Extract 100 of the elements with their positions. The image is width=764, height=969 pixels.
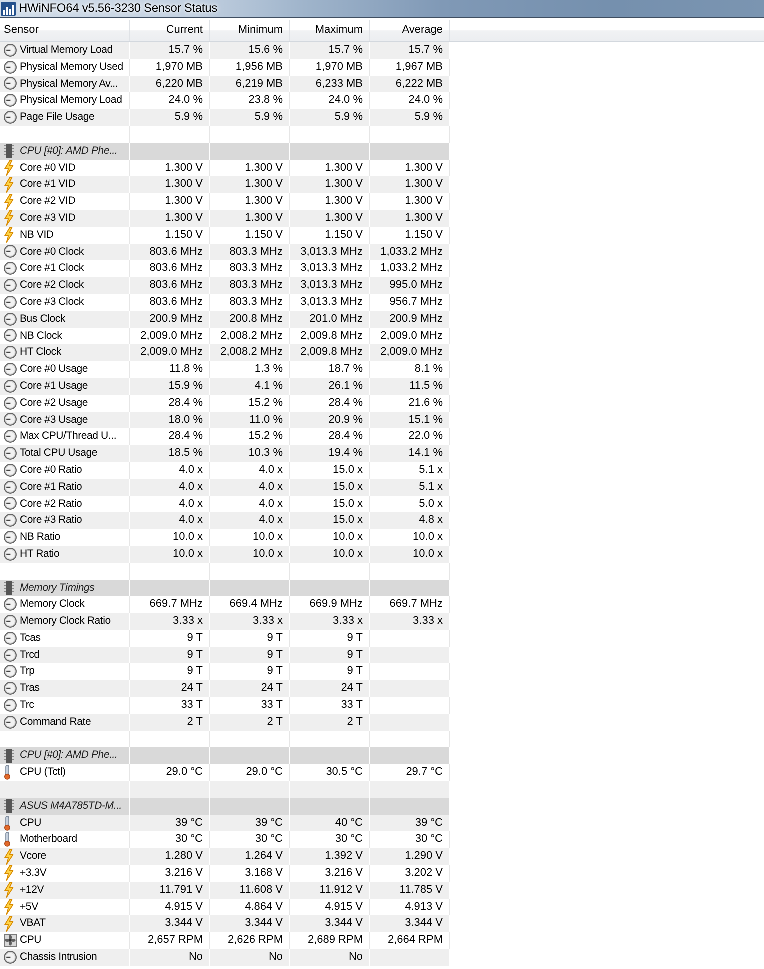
clock-icon [4, 346, 17, 360]
group-name: CPU [#0]: AMD Phe... [20, 748, 118, 764]
chip-icon [4, 799, 14, 814]
sensor-name: NB VID [20, 228, 54, 243]
lightning-icon [4, 899, 14, 916]
table-row[interactable]: Core #3 Ratio 4.0 x 4.0 x 15.0 x 4.8 x [0, 512, 450, 530]
table-cell: 200.9 MHz [370, 310, 450, 328]
table-row[interactable]: Bus Clock 200.9 MHz 200.8 MHz 201.0 MHz 200.9 MHz [0, 310, 450, 328]
table-cell: 9 T [290, 646, 370, 664]
table-cell: 15.9 % [130, 378, 210, 395]
sensor-name: Command Rate [20, 714, 92, 730]
group-header[interactable]: Memory Timings [0, 580, 450, 596]
table-cell: 2 T [210, 714, 290, 731]
table-row[interactable]: VBAT 3.344 V 3.344 V 3.344 V 3.344 V [0, 915, 450, 932]
table-cell: 11.791 V [130, 882, 210, 899]
clock-icon [4, 716, 17, 729]
table-row[interactable]: Tras 24 T 24 T 24 T [0, 680, 450, 698]
group-name: Memory Timings [20, 580, 95, 596]
table-cell: No [290, 949, 370, 966]
table-row[interactable]: Core #1 Ratio 4.0 x 4.0 x 15.0 x 5.1 x [0, 478, 450, 496]
table-cell: 10.0 x [370, 546, 450, 563]
table-cell: 1.300 V [370, 210, 450, 227]
clock-icon [4, 497, 17, 510]
sensor-name: Virtual Memory Load [20, 43, 113, 58]
column-header[interactable]: Average [370, 20, 450, 41]
table-cell: 1.290 V [370, 848, 450, 866]
table-cell: 3.344 V [210, 915, 290, 932]
table-row[interactable]: Core #3 VID 1.300 V 1.300 V 1.300 V 1.300 V [0, 210, 450, 227]
sensor-name: Core #2 Clock [20, 278, 84, 294]
table-row[interactable]: Virtual Memory Load 15.7 % 15.6 % 15.7 % 15.7 % [0, 42, 450, 59]
clock-icon [4, 77, 17, 90]
table-row[interactable]: Core #3 Usage 18.0 % 11.0 % 20.9 % 15.1 % [0, 412, 450, 428]
column-header[interactable]: Maximum [290, 20, 370, 41]
table-row[interactable]: Memory Clock Ratio 3.33 x 3.33 x 3.33 x 3.33 x [0, 613, 450, 630]
table-cell: 11.5 % [370, 378, 450, 395]
clock-icon [4, 464, 17, 477]
table-row[interactable]: Physical Memory Av... 6,220 MB 6,219 MB 6,233 MB 6,222 MB [0, 76, 450, 92]
table-cell: 2 T [130, 714, 210, 731]
table-cell: 803.3 MHz [210, 277, 290, 294]
table-row[interactable]: CPU 39 °C 39 °C 40 °C 39 °C [0, 814, 450, 832]
table-cell: 1.300 V [130, 176, 210, 194]
table-cell: 3,013.3 MHz [290, 277, 370, 294]
table-cell: No [130, 949, 210, 966]
table-row[interactable]: HT Clock 2,009.0 MHz 2,008.2 MHz 2,009.8 MHz 2,009.0 MHz [0, 344, 450, 362]
table-cell: 6,220 MB [130, 76, 210, 92]
clock-icon [4, 598, 17, 612]
table-cell: 3,013.3 MHz [290, 244, 370, 260]
sensor-name: Core #3 Clock [20, 294, 84, 310]
table-cell: 6,219 MB [210, 76, 290, 92]
table-row[interactable]: Core #1 VID 1.300 V 1.300 V 1.300 V 1.300 V [0, 176, 450, 194]
sensor-name: +5V [20, 900, 38, 915]
sensor-name: Physical Memory Av... [20, 76, 118, 92]
column-header[interactable]: Sensor [0, 20, 130, 41]
table-cell: 15.7 % [130, 42, 210, 59]
table-cell: 10.0 x [210, 546, 290, 563]
clock-icon [4, 514, 17, 528]
column-header[interactable]: Current [130, 20, 210, 41]
sensor-name: CPU (Tctl) [20, 765, 66, 780]
table-row[interactable]: Page File Usage 5.9 % 5.9 % 5.9 % 5.9 % [0, 109, 450, 126]
group-header[interactable]: CPU [#0]: AMD Phe... [0, 747, 450, 764]
table-cell: 24 T [130, 680, 210, 698]
table-row[interactable]: Core #1 Usage 15.9 % 4.1 % 26.1 % 11.5 % [0, 378, 450, 395]
table-row[interactable]: HT Ratio 10.0 x 10.0 x 10.0 x 10.0 x [0, 546, 450, 563]
clock-icon [4, 94, 17, 108]
group-header[interactable]: ASUS M4A785TD-M... [0, 798, 450, 815]
group-name: CPU [#0]: AMD Phe... [20, 144, 118, 159]
table-cell: 11.785 V [370, 882, 450, 899]
sensor-name: Page File Usage [20, 110, 95, 126]
sensor-name: Total CPU Usage [20, 446, 98, 462]
table-cell: 4.0 x [130, 512, 210, 530]
thermometer-icon [4, 765, 11, 780]
table-cell: 3.33 x [130, 613, 210, 630]
table-cell: 1.300 V [290, 210, 370, 227]
group-header[interactable]: CPU [#0]: AMD Phe... [0, 142, 450, 160]
table-cell: 3.33 x [370, 613, 450, 630]
column-header[interactable]: Minimum [210, 20, 290, 41]
lightning-icon [4, 916, 14, 932]
sensor-name: Trc [20, 698, 34, 714]
table-row[interactable]: +12V 11.791 V 11.608 V 11.912 V 11.785 V [0, 882, 450, 899]
table-row[interactable]: Chassis Intrusion No No No [0, 949, 450, 966]
table-row[interactable]: Total CPU Usage 18.5 % 10.3 % 19.4 % 14.1 % [0, 445, 450, 462]
table-row[interactable]: Core #2 Clock 803.6 MHz 803.3 MHz 3,013.3 MHz 995.0 MHz [0, 277, 450, 294]
sensor-name: Core #1 VID [20, 177, 76, 192]
table-cell: 11.0 % [210, 412, 290, 428]
lightning-icon [4, 848, 14, 865]
table-row[interactable]: Vcore 1.280 V 1.264 V 1.392 V 1.290 V [0, 848, 450, 866]
sensor-name: Core #0 Usage [20, 362, 88, 378]
table-row[interactable]: Trcd 9 T 9 T 9 T [0, 646, 450, 664]
table-cell: 3.344 V [130, 915, 210, 932]
sensor-name: Memory Clock Ratio [20, 614, 111, 630]
table-row[interactable]: Command Rate 2 T 2 T 2 T [0, 714, 450, 731]
sensor-name: VBAT [20, 916, 46, 932]
fan-icon [4, 934, 17, 948]
table-cell: 2,008.2 MHz [210, 344, 290, 362]
table-row[interactable]: Core #0 Clock 803.6 MHz 803.3 MHz 3,013.3 MHz 1,033.2 MHz [0, 244, 450, 260]
sensor-name: Max CPU/Thread U... [20, 429, 117, 444]
sensor-name: Physical Memory Used [20, 60, 124, 75]
table-cell: 15.7 % [370, 42, 450, 59]
sensor-name: Core #0 Clock [20, 244, 84, 260]
table-cell: 803.6 MHz [130, 244, 210, 260]
